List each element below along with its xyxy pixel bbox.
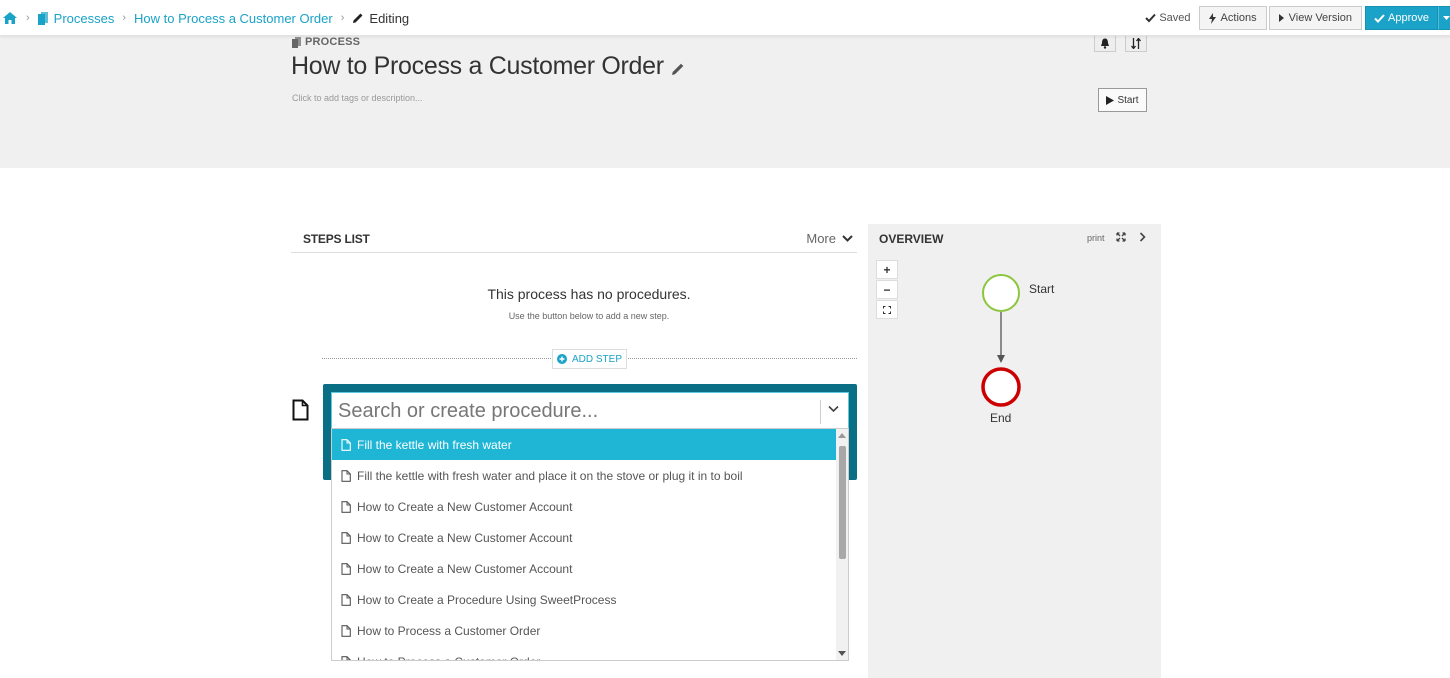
book-icon — [37, 11, 48, 25]
approve-label: Approve — [1388, 12, 1429, 24]
home-icon[interactable] — [2, 11, 18, 25]
procedure-option-label: Fill the kettle with fresh water and pla… — [357, 468, 743, 483]
document-icon — [341, 531, 351, 544]
procedure-option-label: How to Create a New Customer Account — [357, 499, 573, 514]
view-version-button[interactable]: View Version — [1268, 6, 1363, 30]
procedure-option-label: Fill the kettle with fresh water — [357, 437, 512, 452]
breadcrumb-process-name[interactable]: How to Process a Customer Order — [134, 11, 333, 26]
breadcrumb: › Processes › How to Process a Customer … — [0, 9, 409, 27]
procedure-option[interactable]: How to Process a Customer Order — [332, 646, 838, 661]
end-node[interactable] — [981, 367, 1021, 407]
add-step-label: ADD STEP — [571, 353, 622, 365]
procedure-search-combobox[interactable] — [331, 392, 849, 430]
process-type-label: PROCESS — [292, 36, 360, 48]
document-icon — [341, 500, 351, 513]
check-icon — [1374, 13, 1385, 23]
flow-arrowhead — [997, 355, 1005, 363]
procedure-option-label: How to Create a New Customer Account — [357, 530, 573, 545]
procedure-option-label: How to Process a Customer Order — [357, 623, 541, 638]
procedure-search-input[interactable] — [338, 397, 808, 425]
pencil-icon — [353, 13, 363, 23]
sort-button[interactable] — [1125, 34, 1147, 52]
procedure-option[interactable]: How to Create a New Customer Account — [332, 522, 838, 553]
check-icon — [1145, 13, 1157, 23]
scroll-up-icon[interactable] — [838, 433, 846, 438]
bell-icon — [1101, 38, 1109, 49]
process-type-text: PROCESS — [305, 36, 361, 48]
actions-label: Actions — [1220, 12, 1257, 24]
steps-list-title: STEPS LIST — [303, 232, 370, 246]
approve-dropdown-button[interactable] — [1438, 6, 1450, 30]
scrollbar-thumb[interactable] — [839, 446, 846, 559]
end-node-label: End — [990, 411, 1012, 425]
page-title-text: How to Process a Customer Order — [291, 52, 664, 80]
start-button[interactable]: Start — [1098, 88, 1147, 112]
caret-right-icon — [1278, 14, 1284, 22]
plus-circle-icon — [556, 354, 567, 364]
chevron-right-icon: › — [340, 12, 345, 24]
sort-icon — [1131, 37, 1141, 49]
procedure-option[interactable]: How to Create a Procedure Using SweetPro… — [332, 584, 838, 615]
flow-diagram — [981, 274, 1021, 407]
saved-status: Saved — [1145, 12, 1191, 24]
chevron-down-icon — [842, 235, 853, 242]
start-node[interactable] — [982, 274, 1020, 312]
caret-down-icon — [1442, 16, 1450, 20]
combobox-divider — [820, 400, 821, 424]
page-title[interactable]: How to Process a Customer Order — [291, 52, 685, 81]
top-actions: Saved Actions View Version Approve — [1145, 6, 1450, 30]
start-node-label: Start — [1029, 282, 1055, 296]
procedure-options-list: Fill the kettle with fresh water Fill the… — [332, 429, 848, 661]
view-version-label: View Version — [1288, 12, 1353, 24]
procedure-option-label: How to Create a Procedure Using SweetPro… — [357, 592, 617, 607]
breadcrumb-processes[interactable]: Processes — [54, 11, 115, 26]
more-label: More — [806, 231, 836, 246]
editing-label: Editing — [369, 10, 410, 26]
chevron-right-icon: › — [122, 12, 127, 24]
procedure-dropdown: Fill the kettle with fresh water Fill the… — [331, 428, 849, 661]
procedure-option[interactable]: How to Create a New Customer Account — [332, 553, 838, 584]
bolt-icon — [1208, 12, 1216, 24]
scroll-down-icon[interactable] — [838, 651, 846, 656]
chevron-right-icon: › — [26, 12, 30, 24]
document-icon — [341, 469, 351, 482]
document-icon — [341, 655, 351, 660]
actions-button[interactable]: Actions — [1198, 6, 1267, 30]
overview-panel: OVERVIEW print + − Start End — [868, 224, 1161, 678]
play-icon — [1106, 95, 1115, 105]
chevron-down-icon[interactable] — [828, 405, 839, 413]
process-header: PROCESS How to Process a Customer Order … — [0, 34, 1450, 168]
procedure-option[interactable]: Fill the kettle with fresh water — [332, 429, 838, 460]
steps-list-header: STEPS LIST More — [291, 224, 857, 253]
document-icon — [341, 562, 351, 575]
start-label: Start — [1117, 94, 1139, 106]
breadcrumb-editing: Editing — [352, 11, 409, 26]
document-icon — [341, 438, 351, 451]
saved-label: Saved — [1159, 12, 1191, 24]
document-icon — [341, 624, 351, 637]
top-bar: › Processes › How to Process a Customer … — [0, 0, 1450, 36]
procedure-option[interactable]: How to Create a New Customer Account — [332, 491, 838, 522]
edit-title-icon[interactable] — [671, 62, 685, 76]
more-button[interactable]: More — [806, 231, 853, 246]
procedure-option-label: How to Create a New Customer Account — [357, 561, 573, 576]
document-icon — [341, 593, 351, 606]
approve-button[interactable]: Approve — [1365, 6, 1438, 30]
notifications-button[interactable] — [1094, 34, 1116, 52]
book-icon — [292, 36, 301, 48]
procedure-option-label: How to Process a Customer Order — [357, 655, 540, 661]
dropdown-scrollbar[interactable] — [836, 429, 848, 660]
description-field[interactable]: Click to add tags or description... — [292, 93, 423, 103]
document-icon — [292, 399, 309, 421]
procedure-option[interactable]: How to Process a Customer Order — [332, 615, 838, 646]
procedure-option[interactable]: Fill the kettle with fresh water and pla… — [332, 460, 838, 491]
empty-state-title: This process has no procedures. — [487, 286, 691, 302]
add-step-button[interactable]: ADD STEP — [552, 349, 627, 369]
empty-state-subtitle: Use the button below to add a new step. — [508, 311, 670, 321]
